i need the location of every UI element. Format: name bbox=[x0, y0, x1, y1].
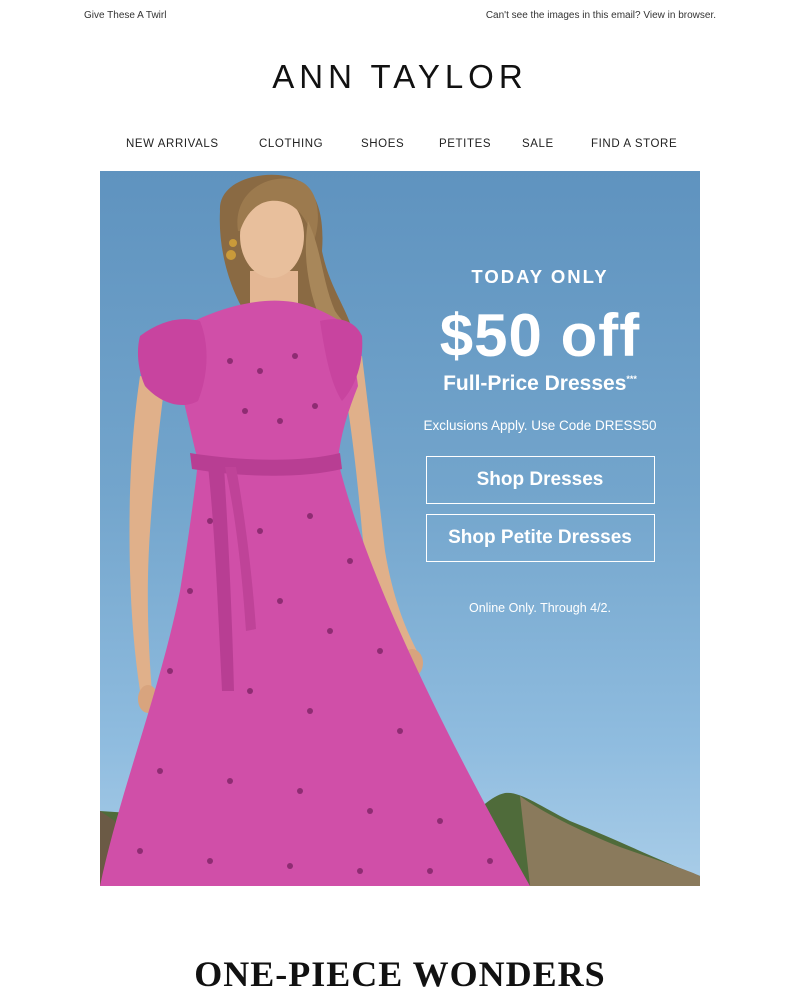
preheader: Give These A Twirl Can't see the images … bbox=[0, 10, 800, 22]
hero-banner[interactable]: TODAY ONLY $50 off Full-Price Dresses***… bbox=[100, 171, 700, 886]
promo-subhead: Full-Price Dresses*** bbox=[400, 372, 680, 396]
promo-kicker: TODAY ONLY bbox=[471, 266, 609, 287]
preheader-tagline-link[interactable]: Give These A Twirl bbox=[84, 10, 166, 21]
main-nav: NEW ARRIVALS CLOTHING SHOES PETITES SALE… bbox=[0, 138, 800, 154]
promo-terms: Exclusions Apply. Use Code DRESS50 bbox=[423, 418, 657, 433]
nav-clothing[interactable]: CLOTHING bbox=[259, 138, 323, 150]
nav-new-arrivals[interactable]: NEW ARRIVALS bbox=[126, 138, 219, 150]
section-title: ONE-PIECE WONDERS bbox=[194, 954, 606, 994]
nav-petites[interactable]: PETITES bbox=[439, 138, 491, 150]
shop-petite-dresses-button[interactable]: Shop Petite Dresses bbox=[425, 514, 655, 562]
nav-sale[interactable]: SALE bbox=[522, 138, 554, 150]
nav-shoes[interactable]: SHOES bbox=[361, 138, 404, 150]
nav-find-a-store[interactable]: FIND A STORE bbox=[591, 138, 677, 150]
brand-logo[interactable]: ANN TAYLOR bbox=[0, 58, 800, 96]
promo-panel: TODAY ONLY $50 off Full-Price Dresses***… bbox=[400, 266, 680, 615]
promo-subhead-text: Full-Price Dresses bbox=[443, 372, 627, 395]
promo-subhead-mark: *** bbox=[626, 374, 637, 384]
promo-offer: $50 off bbox=[439, 302, 641, 369]
promo-fine-print: Online Only. Through 4/2. bbox=[469, 601, 611, 615]
view-in-browser-link[interactable]: Can't see the images in this email? View… bbox=[486, 10, 716, 21]
shop-dresses-button[interactable]: Shop Dresses bbox=[425, 456, 655, 504]
